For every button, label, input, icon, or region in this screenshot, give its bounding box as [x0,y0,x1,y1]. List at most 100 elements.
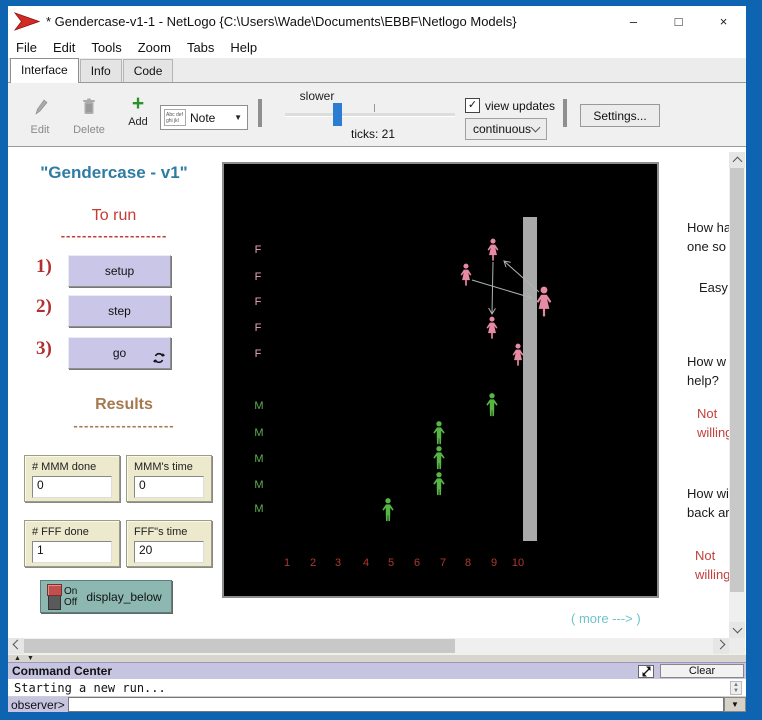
switch-off-label: Off [64,597,77,608]
speed-slider-thumb[interactable] [333,103,342,126]
to-run-heading: To run [18,207,210,225]
male-agent [486,393,497,416]
go-button[interactable]: go [68,337,171,369]
step-number-2: 2) [36,296,64,318]
wall-bar [523,217,537,541]
switch-track[interactable] [48,584,61,610]
vertical-scrollbar-thumb[interactable] [730,168,744,592]
more-note: ( more ---> ) [571,611,681,626]
forever-loop-icon [153,352,165,364]
clear-button[interactable]: Clear [660,664,744,678]
netlogo-logo-icon [14,12,40,31]
scroll-down-button[interactable] [729,622,745,638]
splitter-down-icon[interactable]: ▼ [27,655,34,662]
tab-interface[interactable]: Interface [10,58,79,83]
maximize-button[interactable]: □ [656,6,701,36]
speed-slider-center-tick [374,104,375,112]
output-mini-scrollbar[interactable]: ▲▼ [730,681,742,695]
diagonal-resize-icon [641,666,652,677]
tab-code[interactable]: Code [123,59,174,82]
step-button[interactable]: step [68,295,171,327]
note-text: How wiback ar [687,484,730,522]
close-button[interactable]: × [701,6,746,36]
title-bar: * Gendercase-v1-1 - NetLogo {C:\Users\Wa… [8,6,746,36]
x-axis-number: 10 [512,557,524,569]
switch-name-label: display_below [86,590,161,604]
row-label-female: F [255,348,262,360]
menu-tools[interactable]: Tools [83,40,129,55]
row-label-male: M [254,400,263,412]
scroll-up-button[interactable] [729,152,745,168]
menu-tabs[interactable]: Tabs [179,40,222,55]
monitor-fff-time: FFF"s time 20 [126,520,212,567]
command-center-splitter[interactable]: ▲ ▼ [8,654,746,662]
note-text: How whelp? [687,352,730,390]
switch-knob[interactable] [47,584,62,596]
monitor-fff-done: # FFF done 1 [24,520,120,567]
speed-slider-track[interactable] [285,113,455,117]
x-axis-number: 8 [465,557,471,569]
results-divider: ------------------- [28,418,220,433]
row-label-female: F [255,322,262,334]
chevron-down-icon: ▼ [234,113,242,122]
widget-type-label: Note [190,111,234,125]
row-label-male: M [254,503,263,515]
scroll-left-button[interactable] [8,638,24,654]
vertical-scrollbar[interactable] [729,152,745,638]
netlogo-window: * Gendercase-v1-1 - NetLogo {C:\Users\Wa… [8,6,746,712]
female-agent [488,239,499,261]
horizontal-scrollbar[interactable] [8,638,729,654]
world-view[interactable]: FFFFFMMMMM12345678910 [222,162,659,598]
observer-prompt-label[interactable]: observer> [8,697,68,712]
female-agent [513,344,524,366]
scrollbar-corner [729,638,745,654]
monitor-mmm-done: # MMM done 0 [24,455,120,502]
row-label-male: M [254,479,263,491]
link-arrow [492,262,493,314]
row-label-female: F [255,271,262,283]
update-mode-dropdown[interactable]: continuous [465,118,547,140]
step-number-3: 3) [36,338,64,360]
menu-edit[interactable]: Edit [45,40,83,55]
add-tool[interactable]: + Add [118,95,158,128]
menu-file[interactable]: File [8,40,45,55]
prompt-history-dropdown[interactable]: ▼ [724,697,746,712]
splitter-up-icon[interactable]: ▲ [14,655,21,662]
scroll-right-button[interactable] [713,638,729,654]
update-mode-value: continuous [473,122,531,136]
settings-button[interactable]: Settings... [580,104,660,127]
toolbar: Edit Delete + Add Abc def ghi jkl Note ▼… [8,83,746,147]
step-number-1: 1) [36,256,64,278]
speed-slider-label: slower [285,89,349,103]
to-run-divider: -------------------- [18,228,210,243]
widget-type-chooser[interactable]: Abc def ghi jkl Note ▼ [160,105,248,130]
display-below-switch[interactable]: On Off display_below [40,580,172,613]
model-title-note: "Gendercase - v1" [18,163,210,183]
note-text: How haone so [687,218,730,256]
results-heading: Results [28,396,220,414]
row-label-male: M [254,427,263,439]
command-center-output: Starting a new run... ▲▼ [8,679,746,697]
x-axis-number: 6 [414,557,420,569]
male-agent [433,421,444,444]
monitor-mmm-time: MMM's time 0 [126,455,212,502]
tab-info[interactable]: Info [80,59,122,82]
horizontal-scrollbar-thumb[interactable] [24,639,455,653]
view-updates-checkbox[interactable]: ✓ [465,98,480,113]
setup-button[interactable]: setup [68,255,171,287]
menu-zoom[interactable]: Zoom [130,40,179,55]
view-updates-control: ✓ view updates [465,98,555,113]
toolbar-separator [563,99,567,127]
chevron-down-icon [531,123,541,133]
delete-tool[interactable]: Delete [66,98,112,136]
triangle-down-icon: ▼ [731,700,739,709]
toolbar-separator [258,99,262,127]
menu-help[interactable]: Help [222,40,265,55]
expand-command-center-button[interactable] [638,665,654,678]
x-axis-number: 4 [363,557,369,569]
x-axis-number: 9 [491,557,497,569]
minimize-button[interactable]: – [611,6,656,36]
command-center-header: Command Center Clear [8,662,746,679]
edit-tool[interactable]: Edit [20,98,60,136]
command-input[interactable] [68,697,724,712]
